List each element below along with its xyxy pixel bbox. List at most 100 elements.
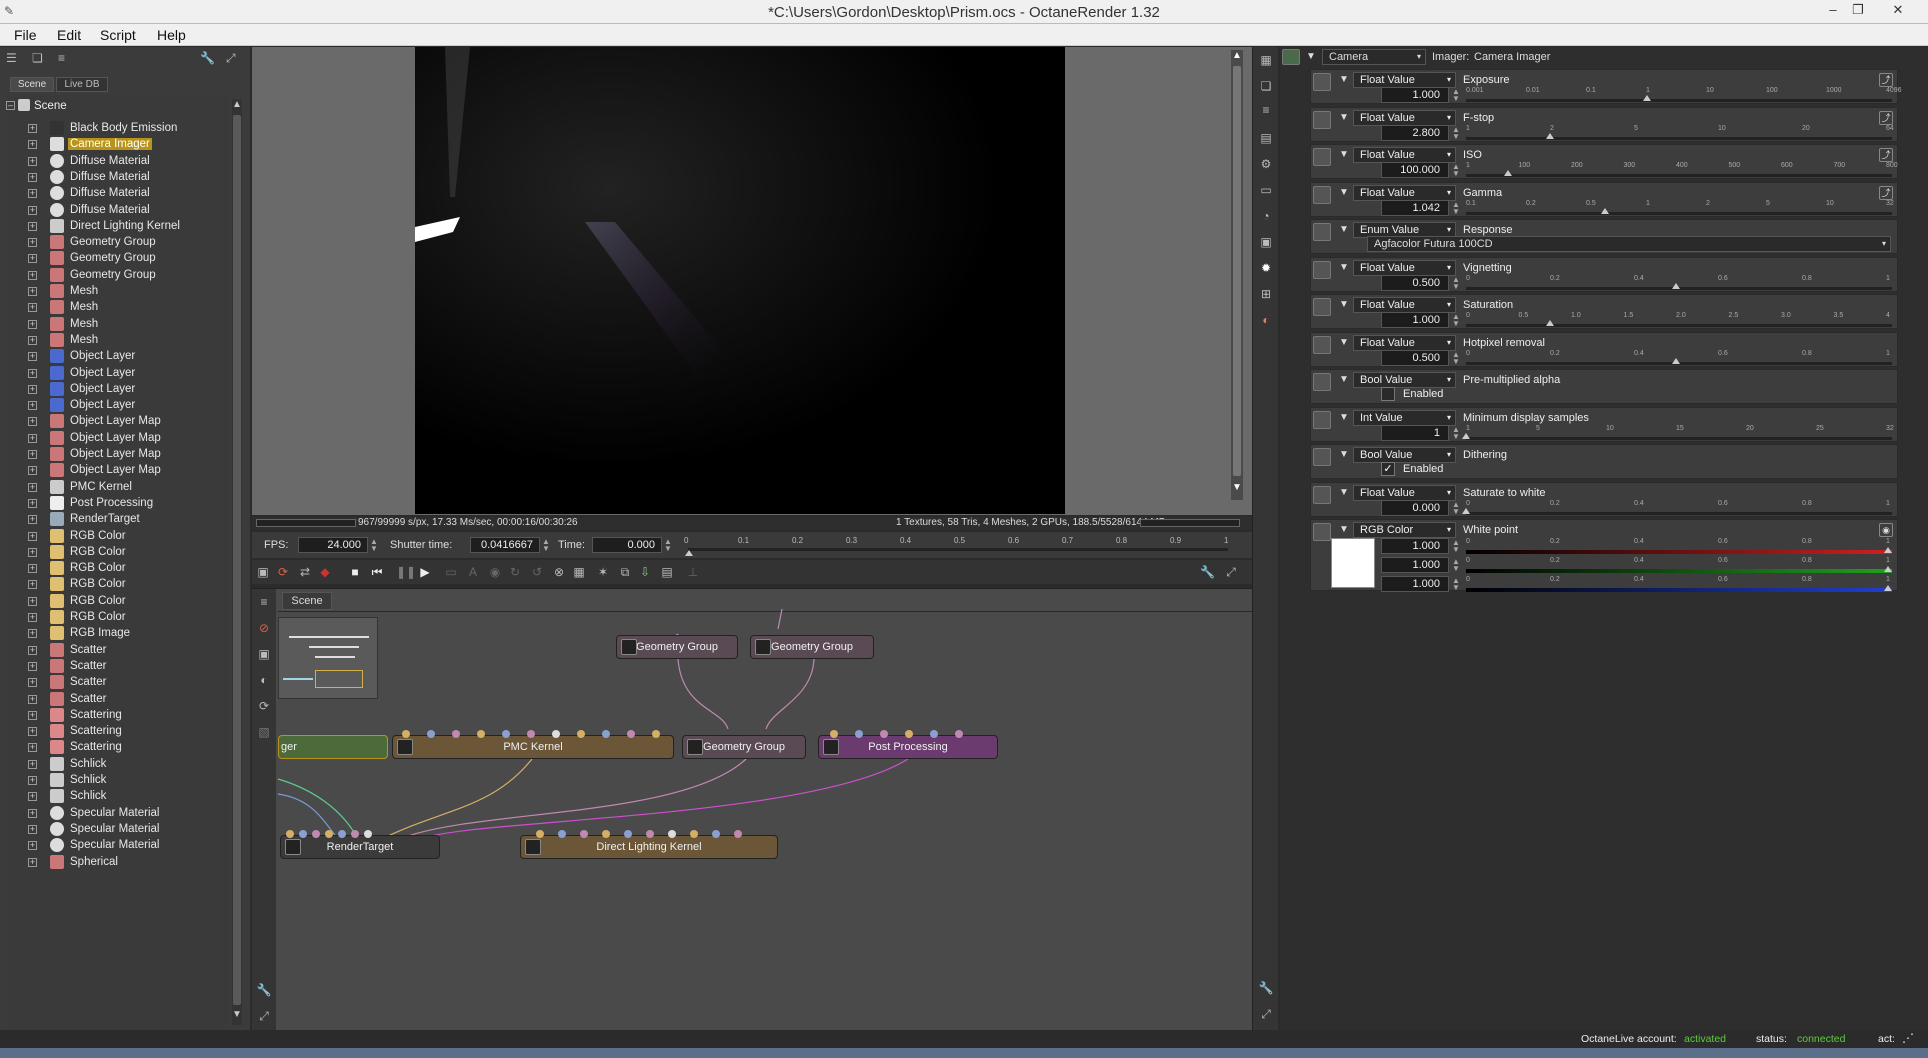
inspector-wrench-icon[interactable]: 🔧 [1258,981,1274,997]
node-pmc-kernel[interactable]: PMC Kernel [392,735,674,759]
sun-icon[interactable]: ✹ [1258,261,1274,277]
param-slider-knob[interactable] [1546,320,1554,326]
viewport-scroll-thumb[interactable] [1233,66,1241,476]
param-spinner[interactable]: ▲ ▼ [1452,200,1460,215]
curve-toggle-icon[interactable]: ⤴ [1879,148,1893,162]
camera-expand-icon[interactable]: ▼ [1306,51,1316,62]
response-select[interactable]: Agfacolor Futura 100CD ▾ [1367,236,1891,252]
param-type-select[interactable]: Float Value ▾ [1353,72,1456,88]
param-slider-knob[interactable] [1546,132,1554,139]
render-region-icon[interactable]: ▣ [256,565,270,579]
viewport-fullscreen-icon[interactable]: ⤢ [1224,565,1238,579]
rgb-channel-field[interactable]: 1.000 [1381,557,1449,573]
bool-icon[interactable] [1313,373,1331,391]
expand-toggle[interactable]: + [28,824,37,834]
rgb-channel-field[interactable]: 1.000 [1381,576,1449,592]
scroll-down-icon[interactable]: ▼ [232,1009,242,1020]
menu-script[interactable]: Script [100,27,136,43]
param-spinner[interactable]: ▲ ▼ [1452,125,1460,140]
menu-help[interactable]: Help [157,27,186,43]
param-value-field[interactable]: 1.042 [1381,199,1449,216]
expand-toggle[interactable]: + [28,368,37,378]
node-input-pin[interactable] [734,830,742,838]
node-input-pin[interactable] [325,830,333,838]
fullscreen-icon[interactable]: ⤢ [226,51,236,66]
expand-toggle[interactable]: + [28,401,37,411]
enum-icon[interactable] [1313,223,1331,241]
node-input-pin[interactable] [955,730,963,738]
param-value-field[interactable]: 1 [1381,424,1449,441]
material-picker-icon[interactable]: ⊗ [552,565,566,579]
param-type-select[interactable]: Bool Value ▾ [1353,372,1456,388]
time-spinner[interactable]: ▲ ▼ [664,538,672,553]
scroll-thumb[interactable] [233,115,241,1005]
expand-toggle[interactable]: + [28,482,37,492]
rgb-spinner[interactable]: ▲ ▼ [1452,558,1460,573]
expand-toggle[interactable]: + [28,694,37,704]
param-type-select[interactable]: Float Value ▾ [1353,109,1456,126]
outliner-list-icon[interactable]: ☰ [6,51,22,65]
node-input-pin[interactable] [690,830,698,838]
expand-toggle[interactable]: + [28,303,37,313]
curve-icon[interactable] [1313,410,1331,429]
param-value-field[interactable]: 0.000 [1381,499,1449,516]
expand-toggle[interactable]: + [28,466,37,476]
rgb-channel-field[interactable]: 1.000 [1381,538,1449,554]
expand-toggle[interactable]: + [28,384,37,394]
expand-toggle[interactable]: + [28,645,37,655]
node-input-pin[interactable] [712,830,720,838]
node-input-pin[interactable] [830,730,838,738]
node-input-pin[interactable] [602,830,610,838]
minimize-button[interactable]: – [1823,2,1843,20]
collapse-toggle[interactable]: – [6,101,15,110]
camera-type-select[interactable]: Camera ▾ [1322,49,1426,65]
node-input-pin[interactable] [299,830,307,838]
param-spinner[interactable]: ▲ ▼ [1452,350,1460,365]
param-expand-icon[interactable]: ▼ [1339,187,1349,198]
param-expand-icon[interactable]: ▼ [1339,224,1349,235]
node-input-pin[interactable] [624,830,632,838]
settings-icon[interactable]: ⚙ [1258,157,1274,173]
undo-icon[interactable]: ↺ [530,565,544,579]
expand-toggle[interactable]: + [28,156,37,166]
curve-icon[interactable] [1313,298,1331,316]
rgb-spinner[interactable]: ▲ ▼ [1452,539,1460,554]
param-slider-knob[interactable] [1504,170,1512,176]
rgb-channel-slider[interactable] [1466,550,1892,554]
param-value-field[interactable]: 0.500 [1381,274,1449,291]
node-post-processing[interactable]: Post Processing [818,735,998,759]
scene-tree-item[interactable]: + Spherical [28,853,228,873]
menu-file[interactable]: File [14,27,37,43]
param-spinner[interactable]: ▲ ▼ [1452,163,1460,178]
node-input-pin[interactable] [477,730,485,738]
param-slider[interactable] [1466,324,1892,327]
node-input-pin[interactable] [558,830,566,838]
eye-icon[interactable]: ◉ [1879,523,1893,537]
time-slider-knob[interactable] [685,550,693,556]
lock-icon[interactable]: ⊥ [686,565,700,579]
param-type-select[interactable]: RGB Color ▾ [1353,522,1456,538]
close-button[interactable]: ✕ [1874,2,1922,20]
expand-toggle[interactable]: + [28,792,37,802]
shutter-spinner[interactable]: ▲ ▼ [542,538,550,553]
expand-toggle[interactable]: + [28,678,37,688]
node-input-pin[interactable] [338,830,346,838]
param-slider-knob[interactable] [1672,282,1680,289]
curve-icon[interactable] [1313,335,1331,354]
node-input-pin[interactable] [452,730,460,738]
node-input-pin[interactable] [427,730,435,738]
param-value-field[interactable]: 100.000 [1381,162,1449,178]
param-expand-icon[interactable]: ▼ [1339,487,1349,498]
curve-icon[interactable] [1313,148,1331,166]
snapshot-icon[interactable]: ▭ [444,565,458,579]
expand-toggle[interactable]: + [28,319,37,329]
param-value-field[interactable]: 2.800 [1381,124,1449,141]
param-slider[interactable] [1466,436,1892,440]
expand-toggle[interactable]: + [28,629,37,639]
clay-mode-icon[interactable]: ⇄ [298,565,312,579]
node-input-pin[interactable] [602,730,610,738]
param-slider-knob[interactable] [1672,357,1680,364]
expand-toggle[interactable]: + [28,759,37,769]
expand-toggle[interactable]: + [28,857,37,867]
resize-grip-icon[interactable]: ⋰ [1902,1031,1914,1045]
